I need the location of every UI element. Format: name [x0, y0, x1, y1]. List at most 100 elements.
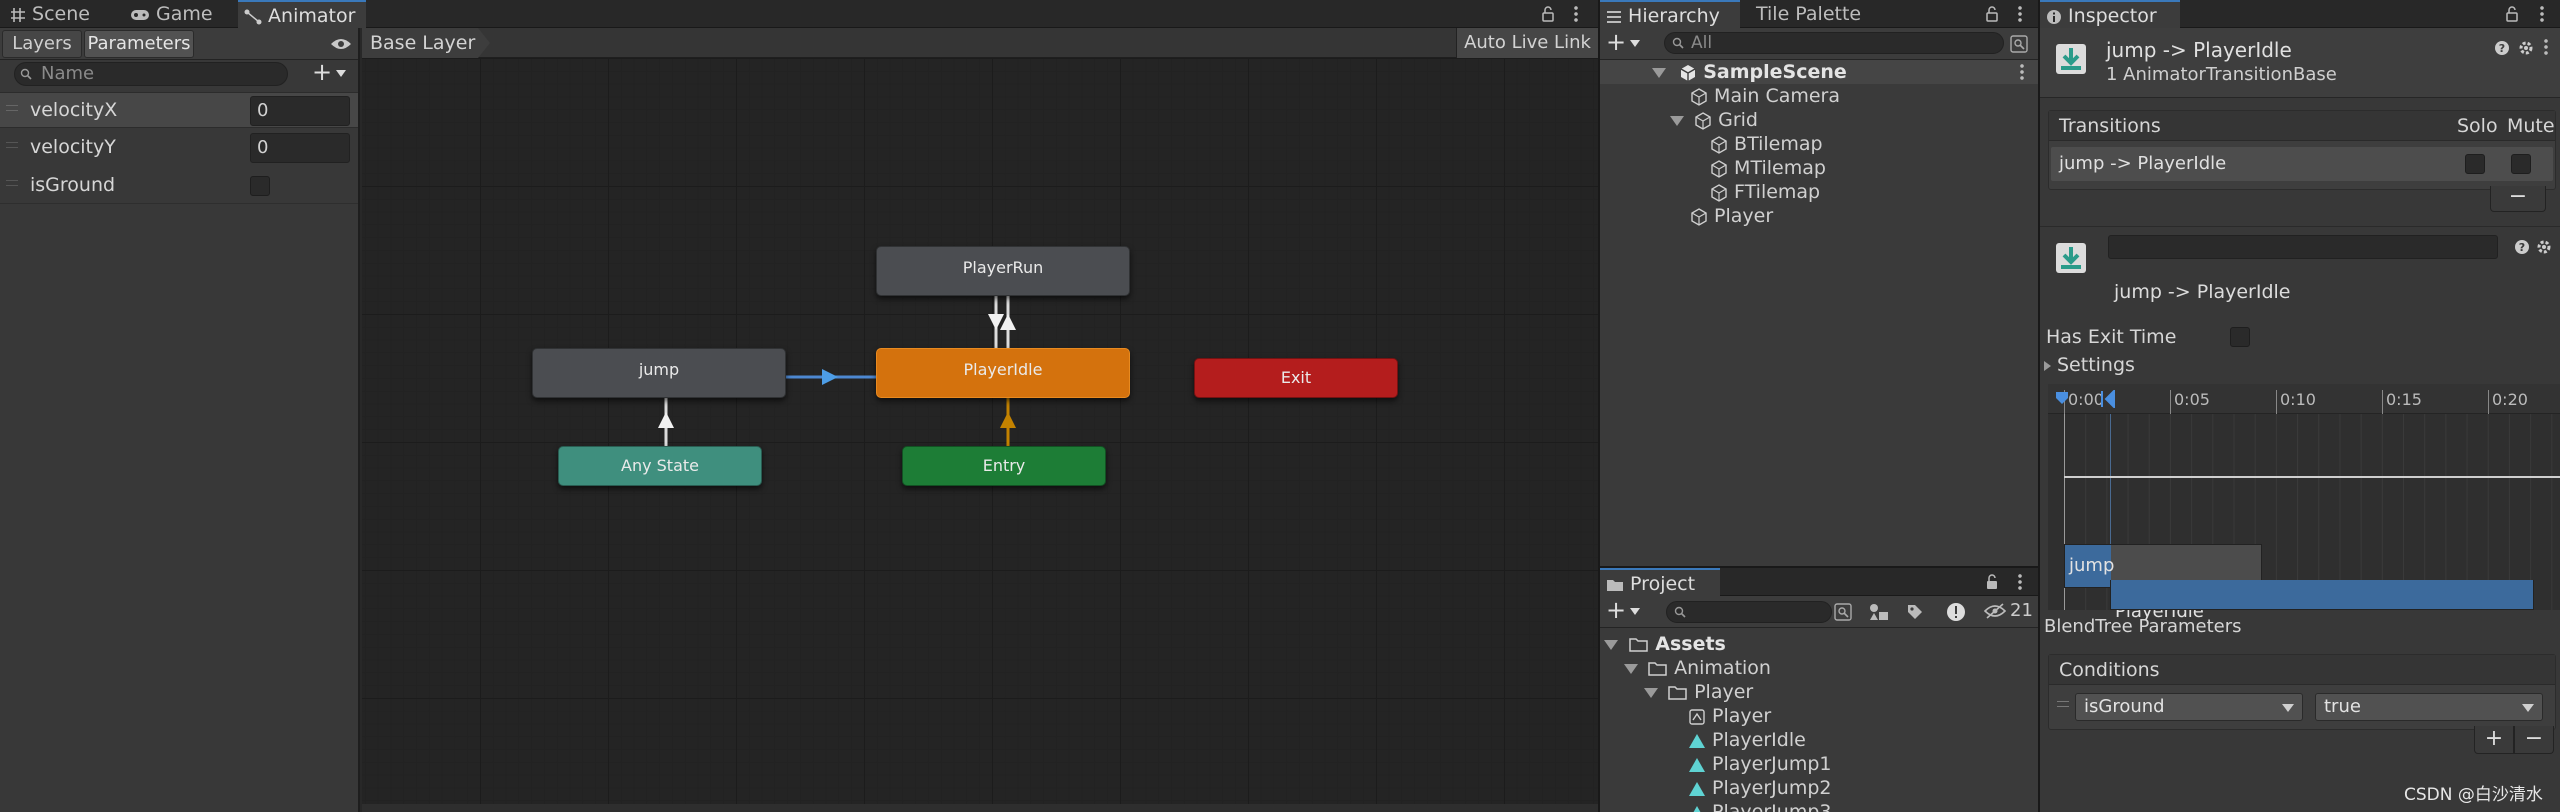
- create-asset-button[interactable]: +: [1606, 598, 1650, 624]
- more-options-icon[interactable]: [2018, 573, 2022, 591]
- project-item-label: PlayerIdle: [1712, 729, 1806, 751]
- has-exit-time-checkbox[interactable]: [2230, 327, 2250, 347]
- drag-handle-icon[interactable]: [6, 180, 18, 186]
- project-item-label: Player: [1712, 705, 1772, 727]
- drag-handle-icon[interactable]: [6, 142, 18, 148]
- add-condition-button[interactable]: +: [2474, 726, 2514, 754]
- condition-parameter-dropdown[interactable]: isGround: [2075, 693, 2303, 721]
- transition-timeline[interactable]: 0:00 0:05 0:10 0:15 0:20 jump PlayerIdle: [2048, 384, 2560, 622]
- animator-graph[interactable]: Base Layer Auto Live Link PlayerRun jump…: [362, 28, 1598, 812]
- hierarchy-item-player[interactable]: Player: [1690, 204, 1773, 228]
- project-item-assets[interactable]: Assets: [1604, 632, 1726, 656]
- more-options-icon[interactable]: [2540, 5, 2544, 23]
- component-options-icon[interactable]: [2544, 38, 2548, 56]
- project-item-clip[interactable]: PlayerJump1: [1688, 752, 1831, 776]
- search-options-icon[interactable]: [1834, 603, 1852, 621]
- parameter-row[interactable]: isGround: [0, 168, 358, 204]
- add-parameter-button[interactable]: +: [312, 60, 354, 86]
- transition-name-field[interactable]: [2108, 235, 2498, 259]
- transition-start-marker-icon[interactable]: [2054, 390, 2070, 408]
- warning-filter-icon[interactable]: [1946, 602, 1966, 622]
- foldout-icon[interactable]: [1624, 663, 1638, 674]
- tab-tile-palette[interactable]: Tile Palette: [1750, 0, 1900, 28]
- state-player-run[interactable]: PlayerRun: [876, 246, 1130, 296]
- hidden-packages-icon[interactable]: [1984, 603, 2006, 619]
- tab-hierarchy[interactable]: Hierarchy: [1600, 0, 1740, 28]
- transition-row[interactable]: jump -> PlayerIdle: [2051, 147, 2553, 181]
- lock-icon[interactable]: [1984, 6, 2000, 22]
- more-options-icon[interactable]: [2018, 5, 2022, 23]
- tab-parameters[interactable]: Parameters: [84, 30, 194, 58]
- drag-handle-icon[interactable]: [6, 105, 18, 111]
- lock-icon[interactable]: [1984, 574, 2000, 590]
- tab-inspector[interactable]: Inspector: [2040, 0, 2180, 28]
- lock-icon[interactable]: [1540, 6, 1556, 22]
- eye-icon[interactable]: [330, 36, 352, 52]
- hierarchy-item-mtilemap[interactable]: MTilemap: [1710, 156, 1826, 180]
- parameter-row[interactable]: velocityX 0: [0, 92, 358, 128]
- hierarchy-item-scene[interactable]: SampleScene: [1652, 60, 1847, 84]
- parameter-search-input[interactable]: Name: [14, 62, 288, 86]
- state-exit[interactable]: Exit: [1194, 358, 1398, 398]
- search-options-icon[interactable]: [2010, 35, 2028, 53]
- more-options-icon[interactable]: [1574, 5, 1578, 23]
- state-entry[interactable]: Entry: [902, 446, 1106, 486]
- solo-checkbox[interactable]: [2465, 154, 2485, 174]
- svg-text:?: ?: [2499, 42, 2505, 55]
- drag-handle-icon[interactable]: [2057, 701, 2069, 707]
- transition-entry-to-idle[interactable]: [1000, 398, 1016, 446]
- grid-icon: [11, 7, 25, 22]
- project-item-animation-folder[interactable]: Animation: [1624, 656, 1771, 680]
- hierarchy-item-ftilemap[interactable]: FTilemap: [1710, 180, 1820, 204]
- folder-open-icon: [1648, 661, 1667, 676]
- hierarchy-item-grid[interactable]: Grid: [1670, 108, 1758, 132]
- scene-options-icon[interactable]: [2020, 63, 2024, 81]
- tab-project[interactable]: Project: [1600, 568, 1720, 596]
- hierarchy-item-main-camera[interactable]: Main Camera: [1690, 84, 1840, 108]
- condition-row[interactable]: isGround true: [2051, 689, 2553, 725]
- filter-by-type-icon[interactable]: [1868, 602, 1890, 622]
- settings-icon[interactable]: [2518, 40, 2534, 56]
- condition-value-dropdown[interactable]: true: [2315, 693, 2543, 721]
- tab-scene[interactable]: Scene: [4, 0, 122, 28]
- remove-condition-button[interactable]: −: [2514, 726, 2554, 754]
- project-search-input[interactable]: [1666, 601, 1832, 623]
- create-button[interactable]: +: [1606, 30, 1650, 56]
- project-item-clip[interactable]: PlayerJump2: [1688, 776, 1831, 800]
- parameter-bool-checkbox[interactable]: [250, 176, 270, 196]
- mute-checkbox[interactable]: [2511, 154, 2531, 174]
- foldout-icon[interactable]: [1604, 639, 1618, 650]
- project-item-clip[interactable]: PlayerJump3: [1688, 800, 1831, 812]
- parameter-row[interactable]: velocityY 0: [0, 130, 358, 166]
- remove-transition-button[interactable]: −: [2490, 186, 2546, 212]
- transition-jump-to-idle[interactable]: [786, 369, 876, 385]
- lock-icon[interactable]: [2504, 6, 2520, 22]
- help-icon[interactable]: ?: [2514, 239, 2530, 255]
- settings-icon[interactable]: [2536, 239, 2552, 255]
- help-icon[interactable]: ?: [2494, 40, 2510, 56]
- foldout-icon[interactable]: [1652, 67, 1666, 78]
- parameter-value-field[interactable]: 0: [250, 96, 350, 126]
- foldout-icon[interactable]: [1644, 687, 1658, 698]
- graph-scrollbar[interactable]: [362, 804, 1598, 812]
- settings-foldout[interactable]: Settings: [2044, 354, 2135, 380]
- transition-run-idle[interactable]: [988, 296, 1016, 348]
- tab-layers[interactable]: Layers: [2, 30, 82, 58]
- transition-any-to-jump[interactable]: [658, 398, 674, 446]
- transition-icon: [2056, 44, 2086, 74]
- hierarchy-search-input[interactable]: All: [1664, 32, 2004, 54]
- state-any-state[interactable]: Any State: [558, 446, 762, 486]
- project-item-player-folder[interactable]: Player: [1644, 680, 1753, 704]
- state-player-idle[interactable]: PlayerIdle: [876, 348, 1130, 398]
- transition-end-marker-icon[interactable]: [2100, 390, 2116, 408]
- parameter-value-field[interactable]: 0: [250, 133, 350, 163]
- project-item-player-controller[interactable]: Player: [1688, 704, 1771, 728]
- tab-animator[interactable]: Animator: [238, 0, 366, 28]
- foldout-icon[interactable]: [1670, 115, 1684, 126]
- filter-by-label-icon[interactable]: [1906, 603, 1924, 621]
- project-item-clip[interactable]: PlayerIdle: [1688, 728, 1806, 752]
- hierarchy-item-btilemap[interactable]: BTilemap: [1710, 132, 1823, 156]
- tab-game[interactable]: Game: [124, 0, 236, 28]
- state-jump[interactable]: jump: [532, 348, 786, 398]
- parameter-name: isGround: [30, 174, 116, 196]
